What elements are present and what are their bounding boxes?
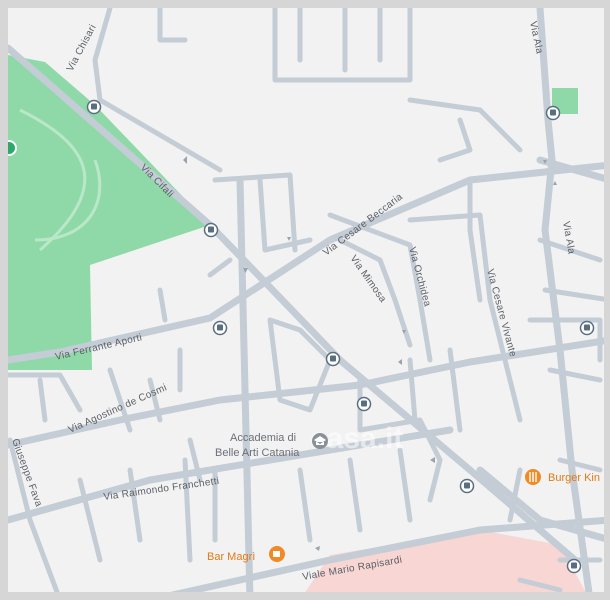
- bus-stop-icon[interactable]: [579, 320, 595, 336]
- bus-stop-icon[interactable]: [356, 396, 372, 412]
- accademia-label-line2: Belle Arti Catania: [215, 447, 300, 459]
- bar-magri-label: Bar Magrì: [207, 551, 255, 563]
- bus-stop-icon[interactable]: [566, 558, 582, 574]
- map-canvas[interactable]: Via Chisari Via Cifali Via Cesare Beccar…: [0, 0, 610, 600]
- bus-stop-icon[interactable]: [86, 99, 102, 115]
- accademia-label-line1: Accademia di: [230, 432, 296, 444]
- bus-stop-icon[interactable]: [203, 222, 219, 238]
- bus-stop-icon[interactable]: [212, 320, 228, 336]
- park-marker-icon[interactable]: [1, 140, 17, 156]
- burger-king-label: Burger Kin: [548, 472, 600, 484]
- bus-stop-icon[interactable]: [325, 351, 341, 367]
- bus-stop-icon[interactable]: [545, 105, 561, 121]
- bus-stop-icon[interactable]: [459, 478, 475, 494]
- burger-king-poi[interactable]: Burger Kin: [525, 469, 600, 485]
